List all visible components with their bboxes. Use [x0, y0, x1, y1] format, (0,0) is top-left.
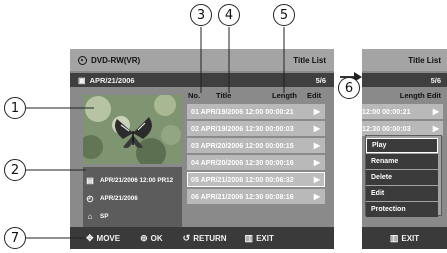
screen2-row-1[interactable]: 12:00 00:00:21 ▶	[362, 104, 443, 119]
screen2-col-header: Length Edit	[399, 91, 441, 100]
title-row-label: 06 APR/21/2006 12:30	[191, 192, 264, 201]
play-arrow-icon[interactable]: ▶	[314, 175, 320, 184]
screen2-page: 5/6	[362, 73, 447, 87]
menu-item-rename[interactable]: Rename	[366, 154, 438, 169]
disc-label: DVD-RW(VR)	[91, 55, 141, 65]
play-arrow-icon[interactable]: ▶	[433, 107, 439, 116]
title-row-label: 01 APR/19/2006 12:00	[191, 107, 264, 116]
info-datetime-row: ▤ APR/21/2006 12:00 PR12	[83, 173, 173, 187]
info-datetime: APR/21/2006 12:00 PR12	[100, 176, 174, 184]
info-mode: SP	[100, 212, 109, 220]
col-header-no: No.	[188, 91, 201, 100]
exit-icon: ▥	[244, 232, 254, 243]
butterfly-image	[83, 95, 182, 164]
footer-return: ↺ RETURN	[183, 233, 227, 244]
title-row-length: 00:00:15	[265, 141, 294, 150]
edit-menu-screen: Title List 5/6 Length Edit 12:00 00:00:2…	[362, 49, 447, 249]
clock-icon: ◴	[86, 193, 94, 203]
col-header-title: Title	[216, 91, 232, 100]
title-info-panel: ▤ APR/21/2006 12:00 PR12 ◴ APR/21/2006 ⌂…	[83, 167, 182, 231]
title-row-3[interactable]: 03 APR/20/2006 12:00 00:00:15 ▶	[187, 138, 325, 153]
footer-return-label: RETURN	[193, 233, 227, 243]
page-indicator: 5/6	[315, 75, 326, 85]
calendar-icon: ▤	[86, 175, 94, 185]
title-row-length: 00:06:32	[265, 175, 294, 184]
footer-ok-label: OK	[150, 233, 163, 243]
footer-exit: ▥ EXIT	[245, 233, 274, 244]
exit-icon: ▥	[389, 232, 399, 243]
callout-7: 7	[4, 227, 26, 249]
callout-4: 4	[218, 4, 240, 26]
callout-1: 1	[4, 97, 26, 119]
lock-icon: ⌂	[87, 211, 93, 221]
title-row-6[interactable]: 06 APR/21/2006 12:30 00:08:16 ▶	[187, 189, 325, 204]
play-arrow-icon[interactable]: ▶	[314, 107, 320, 116]
title-row-label: 04 APR/20/2006 12:30	[191, 158, 264, 167]
title-row-4[interactable]: 04 APR/20/2006 12:30 00:00:16 ▶	[187, 155, 325, 170]
film-icon: ▣	[78, 75, 86, 85]
col-header-length: Length	[272, 91, 297, 100]
info-date: APR/21/2006	[100, 194, 138, 202]
screen2-row-text: 12:30 00:00:03	[362, 124, 411, 133]
col-header-edit: Edit	[307, 91, 322, 100]
playlist-header: ▣ APR/21/2006 5/6	[70, 73, 334, 87]
disc-icon	[78, 55, 87, 65]
screen2-exit-label: EXIT	[401, 233, 420, 243]
menu-item-protection[interactable]: Protection	[366, 202, 438, 217]
play-arrow-icon[interactable]: ▶	[314, 141, 320, 150]
callout-3: 3	[190, 4, 212, 26]
screen2-row-text: 12:00 00:00:21	[362, 107, 411, 116]
screen2-row-2[interactable]: 12:30 00:00:03 ▶	[362, 121, 443, 136]
title-row-5-selected[interactable]: 05 APR/21/2006 12:00 00:06:32 ▶	[187, 172, 325, 187]
callout-6: 6	[338, 77, 360, 99]
footer-ok: ⊚ OK	[140, 233, 163, 244]
title-row-label: 02 APR/19/2006 12:30	[191, 124, 264, 133]
info-mode-row: ⌂ SP	[83, 209, 109, 223]
play-arrow-icon[interactable]: ▶	[433, 124, 439, 133]
playlist-date: APR/21/2006	[89, 75, 135, 85]
menu-item-edit[interactable]: Edit	[366, 186, 438, 201]
title-row-2[interactable]: 02 APR/19/2006 12:30 00:00:03 ▶	[187, 121, 325, 136]
footer-move: ✥ MOVE	[86, 233, 120, 244]
ok-icon: ⊚	[140, 232, 148, 243]
title-row-length: 00:08:16	[265, 192, 294, 201]
menu-item-play[interactable]: Play	[366, 138, 438, 153]
menu-item-delete[interactable]: Delete	[366, 170, 438, 185]
title-row-1[interactable]: 01 APR/19/2006 12:00 00:00:21 ▶	[187, 104, 325, 119]
footer-bar: ✥ MOVE ⊚ OK ↺ RETURN ▥ EXIT	[70, 227, 334, 249]
play-arrow-icon[interactable]: ▶	[314, 124, 320, 133]
screen-title: Title List	[293, 55, 326, 65]
callout-2: 2	[4, 159, 26, 181]
title-thumbnail	[83, 95, 182, 164]
footer-exit-label: EXIT	[256, 233, 274, 243]
callout-5: 5	[273, 4, 295, 26]
title-list-screen: DVD-RW(VR) Title List ▣ APR/21/2006 5/6 …	[70, 49, 334, 249]
footer-move-label: MOVE	[96, 233, 121, 243]
title-row-label: 03 APR/20/2006 12:00	[191, 141, 264, 150]
return-icon: ↺	[182, 232, 191, 243]
info-date-row: ◴ APR/21/2006	[83, 191, 138, 205]
screen2-title: Title List	[362, 49, 447, 71]
screen-header: DVD-RW(VR) Title List	[70, 49, 334, 71]
title-row-length: 00:00:21	[265, 107, 294, 116]
edit-popup-menu: Play Rename Delete Edit Protection	[365, 135, 442, 217]
play-arrow-icon[interactable]: ▶	[314, 158, 320, 167]
screen2-footer: ▥ EXIT	[362, 227, 447, 249]
title-row-length: 00:00:03	[265, 124, 294, 133]
title-row-length: 00:00:16	[265, 158, 294, 167]
move-arrows-icon: ✥	[86, 232, 94, 243]
play-arrow-icon[interactable]: ▶	[314, 192, 320, 201]
title-row-label: 05 APR/21/2006 12:00	[191, 175, 264, 184]
